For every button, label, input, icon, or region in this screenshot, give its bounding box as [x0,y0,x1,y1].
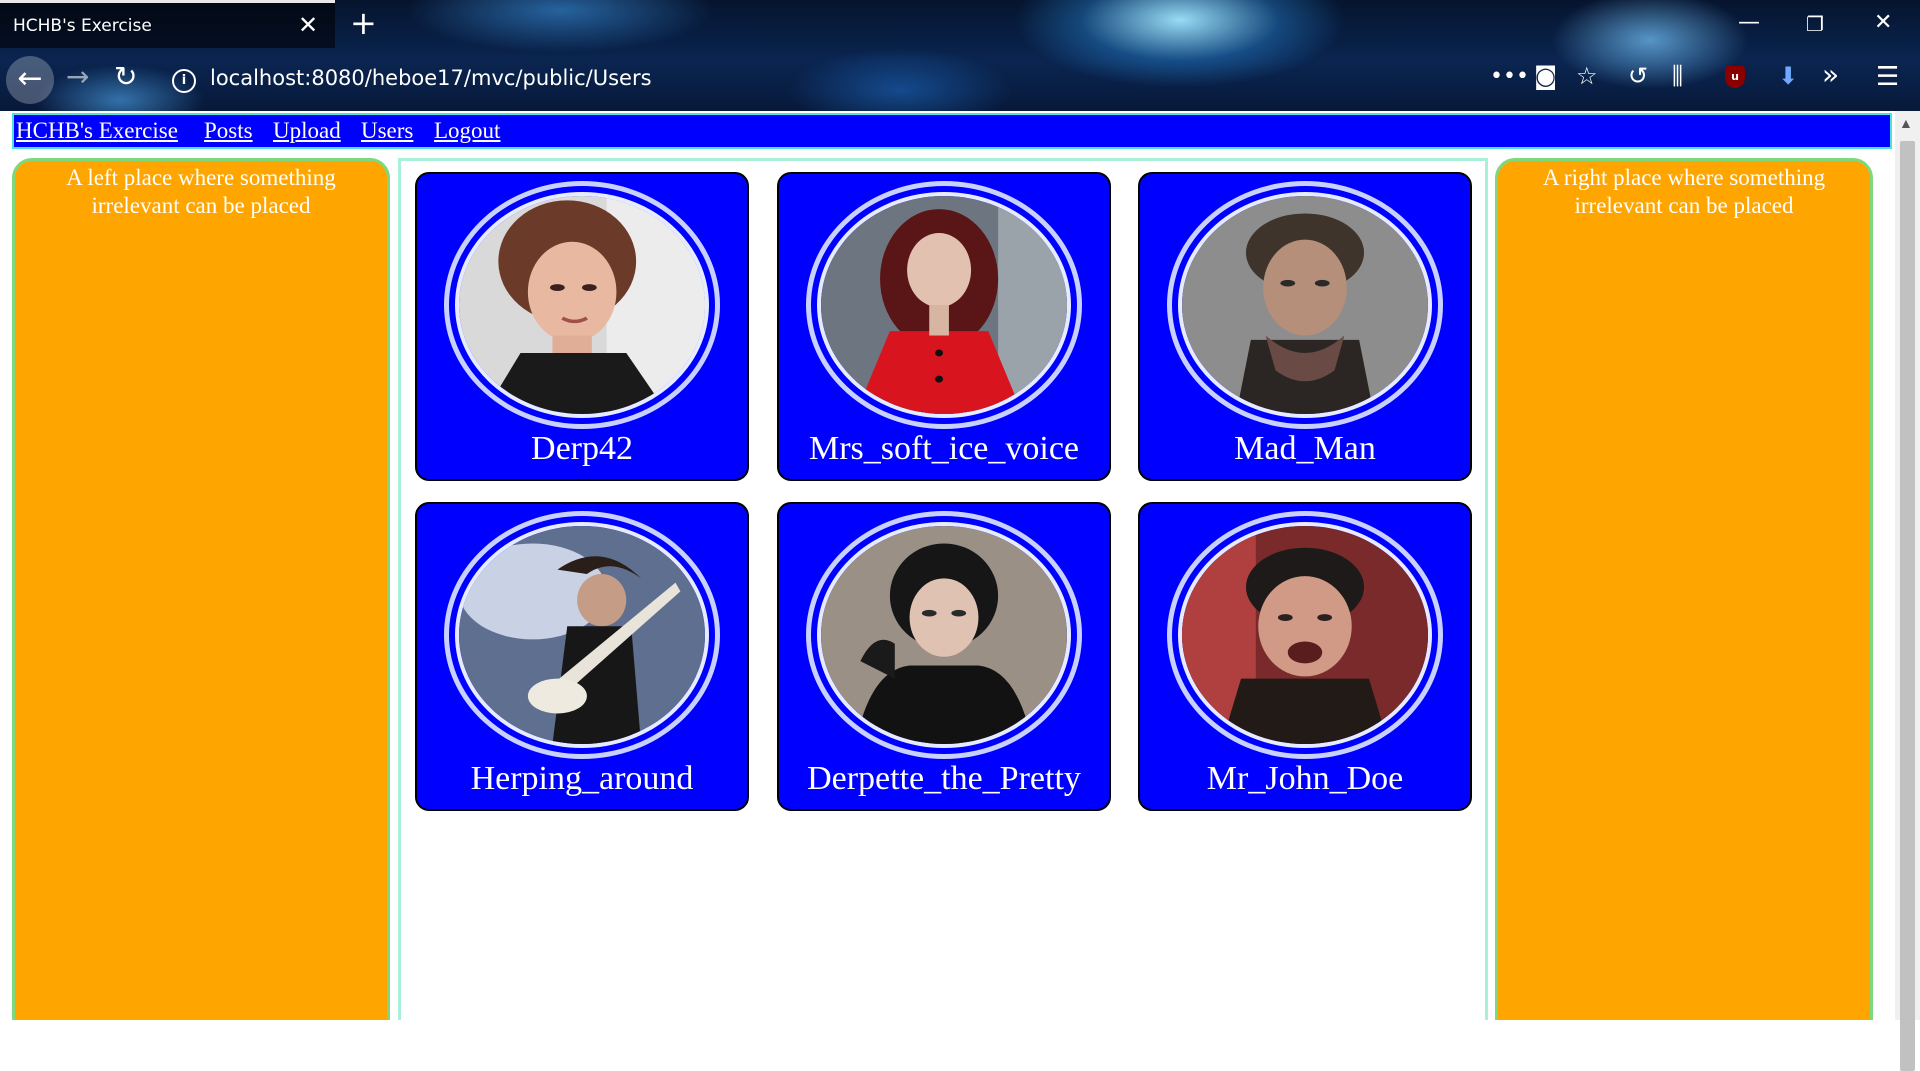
user-card-derp42[interactable]: Derp42 [415,172,749,481]
avatar [444,181,720,429]
user-name: Derpette_the_Pretty [807,760,1081,797]
nav-link-posts[interactable]: Posts [204,118,253,144]
nav-link-users[interactable]: Users [361,118,413,144]
user-photo [459,526,705,744]
left-sidebar: A left place where something irrelevant … [12,158,390,1020]
overflow-icon[interactable]: » [1822,58,1839,91]
history-icon[interactable]: ↺ [1628,62,1648,90]
user-card-herping-around[interactable]: Herping_around [415,502,749,811]
scrollbar-thumb[interactable] [1900,141,1915,1071]
pocket-icon[interactable]: ◙ [1534,62,1557,90]
user-name: Mr_John_Doe [1206,760,1404,797]
nav-link-home[interactable]: HCHB's Exercise [16,118,178,144]
minimize-icon[interactable]: — [1738,10,1760,35]
avatar [1167,511,1443,759]
browser-tab[interactable]: HCHB's Exercise ✕ [0,0,335,48]
tab-title: HCHB's Exercise [13,16,152,36]
nav-link-logout[interactable]: Logout [434,118,500,144]
site-navbar: HCHB's Exercise Posts Upload Users Logou… [12,113,1892,149]
more-icon[interactable]: ••• [1490,64,1529,89]
library-icon[interactable]: ⫼ [1672,62,1683,90]
user-name: Derp42 [531,430,633,467]
new-tab-icon[interactable]: + [350,4,377,42]
close-icon[interactable]: ✕ [298,11,318,39]
restore-icon[interactable]: ❐ [1806,12,1824,36]
menu-icon[interactable]: ☰ [1876,62,1899,92]
user-name: Mrs_soft_ice_voice [808,430,1080,467]
address-bar[interactable]: localhost:8080/heboe17/mvc/public/Users [210,66,652,90]
window-close-icon[interactable]: ✕ [1874,10,1892,35]
scroll-up-icon[interactable]: ▲ [1899,117,1913,133]
user-photo [821,526,1067,744]
user-card-mr-john-doe[interactable]: Mr_John_Doe [1138,502,1472,811]
avatar [1167,181,1443,429]
page-scrollbar[interactable]: ▲ [1895,111,1920,1071]
left-sidebar-text: A left place where something irrelevant … [66,165,336,218]
user-photo [459,196,705,414]
user-photo [1182,196,1428,414]
right-sidebar: A right place where something irrelevant… [1495,158,1873,1020]
user-card-mrs-soft-ice-voice[interactable]: Mrs_soft_ice_voice [777,172,1111,481]
browser-chrome: HCHB's Exercise ✕ + — ❐ ✕ ← → ↻ i localh… [0,0,1920,111]
forward-icon[interactable]: → [66,60,89,93]
avatar [806,181,1082,429]
info-icon[interactable]: i [172,69,196,93]
user-card-mad-man[interactable]: Mad_Man [1138,172,1472,481]
user-name: Herping_around [470,760,694,797]
page-viewport: HCHB's Exercise Posts Upload Users Logou… [0,111,1895,1020]
users-grid: Derp42 Mrs_soft_ice_voice Mad_Man Herpin… [398,158,1488,1020]
user-card-derpette-the-pretty[interactable]: Derpette_the_Pretty [777,502,1111,811]
back-icon[interactable]: ← [6,56,54,104]
bookmark-star-icon[interactable]: ☆ [1576,62,1598,90]
right-sidebar-text: A right place where something irrelevant… [1542,165,1826,218]
user-photo [821,196,1067,414]
avatar [444,511,720,759]
user-name: Mad_Man [1234,430,1376,467]
reload-icon[interactable]: ↻ [114,60,137,93]
ublock-icon[interactable]: u [1725,66,1745,88]
user-photo [1182,526,1428,744]
avatar [806,511,1082,759]
nav-link-upload[interactable]: Upload [273,118,341,144]
download-icon[interactable]: ⬇ [1778,62,1798,90]
